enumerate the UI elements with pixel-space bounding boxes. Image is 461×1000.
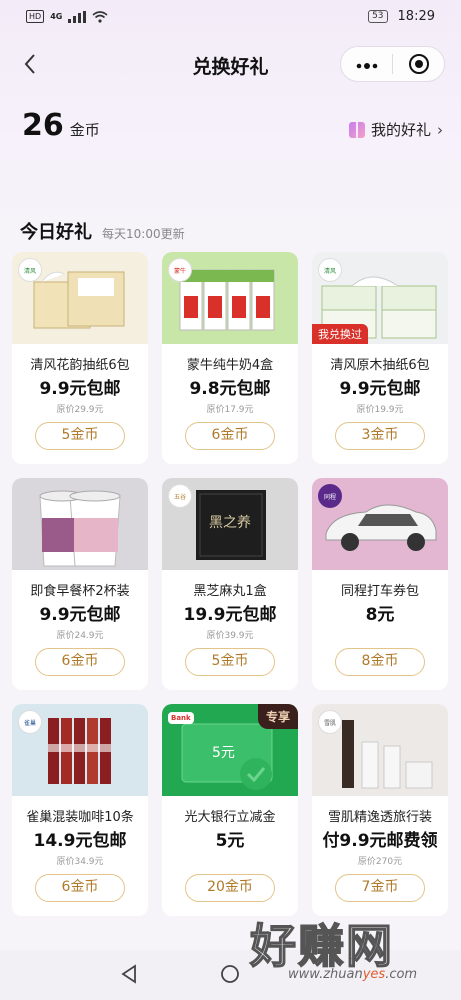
product-price: 5元 (215, 831, 245, 851)
redeem-button[interactable]: 5金币 (35, 422, 125, 450)
more-button[interactable] (341, 54, 392, 75)
gift-icon (348, 121, 365, 138)
original-price: 原价17.9元 (206, 405, 254, 415)
redeem-button[interactable]: 6金币 (35, 648, 125, 676)
redeem-button[interactable]: 20金币 (185, 874, 275, 902)
home-circle-icon[interactable] (220, 964, 240, 984)
redeem-button[interactable]: 3金币 (335, 422, 425, 450)
product-card[interactable]: 同程 同程打车券包 8元 8金币 (312, 478, 448, 690)
section-header: 今日好礼 每天10:00更新 (20, 218, 185, 244)
product-name: 光大银行立减金 (184, 810, 276, 825)
my-gifts-label: 我的好礼 (370, 121, 431, 139)
product-name: 蒙牛纯牛奶4盒 (186, 358, 274, 373)
product-price: 9.8元包邮 (189, 379, 271, 399)
more-dots-icon (356, 62, 377, 69)
product-name: 同程打车券包 (340, 584, 419, 599)
product-image-car: 同程 (312, 478, 448, 570)
product-image-milk: 蒙牛 (162, 252, 298, 344)
product-name: 即食早餐杯2杯装 (30, 584, 130, 599)
product-image-sesame-box: 黑之养 五谷 (162, 478, 298, 570)
product-name: 雪肌精逸透旅行装 (327, 810, 432, 825)
product-card[interactable]: 雀巢 雀巢混装咖啡10条 14.9元包邮 原价34.9元 6金币 (12, 704, 148, 916)
original-price: 原价39.9元 (206, 631, 254, 641)
brand-logo: 清风 (18, 258, 42, 282)
product-name: 雀巢混装咖啡10条 (26, 810, 134, 825)
product-name: 清风原木抽纸6包 (330, 358, 430, 373)
brand-logo: 五谷 (168, 484, 192, 508)
original-price: 原价270元 (357, 857, 403, 867)
redeem-button[interactable]: 5金币 (185, 648, 275, 676)
brand-logo: 清风 (318, 258, 342, 282)
product-price: 9.9元包邮 (39, 605, 121, 625)
watermark-url: www.zhuanyes.com (288, 967, 418, 982)
network-badge: HD (26, 10, 45, 23)
product-price: 9.9元包邮 (39, 379, 121, 399)
original-price: 原价29.9元 (56, 405, 104, 415)
original-price: 原价19.9元 (356, 405, 404, 415)
original-price: 原价34.9元 (56, 857, 104, 867)
site-watermark: 好赚网 www.zhuanyes.com (249, 910, 450, 990)
product-card[interactable]: 清风 清风花韵抽纸6包 9.9元包邮 原价29.9元 5金币 (12, 252, 148, 464)
product-image-tissue: 清风 (12, 252, 148, 344)
bank-logo: Bank (168, 712, 194, 724)
brand-logo: 蒙牛 (168, 258, 192, 282)
product-image-tissue-wood: 清风 我兑换过 (312, 252, 448, 344)
my-gifts-link[interactable]: 我的好礼 › (348, 119, 443, 140)
product-price: 14.9元包邮 (33, 831, 127, 851)
redeem-button[interactable]: 8金币 (335, 648, 425, 676)
product-image-skincare: 雪肌 (312, 704, 448, 796)
coin-unit: 金币 (69, 121, 100, 139)
brand-logo: 雀巢 (18, 710, 42, 734)
battery-icon: 53 (368, 10, 388, 23)
signal-icon (68, 10, 87, 23)
redeem-button[interactable]: 6金币 (35, 874, 125, 902)
redeem-button[interactable]: 6金币 (185, 422, 275, 450)
chevron-right-icon: › (437, 120, 443, 139)
product-price: 19.9元包邮 (183, 605, 277, 625)
product-card[interactable]: 清风 我兑换过 清风原木抽纸6包 9.9元包邮 原价19.9元 3金币 (312, 252, 448, 464)
back-triangle-icon[interactable] (120, 964, 140, 984)
coin-balance: 26 金币 (22, 108, 100, 143)
product-card[interactable]: 黑之养 五谷 黑芝麻丸1盒 19.9元包邮 原价39.9元 5金币 (162, 478, 298, 690)
product-name: 清风花韵抽纸6包 (30, 358, 130, 373)
original-price: 原价24.9元 (56, 631, 104, 641)
product-image-coffee: 雀巢 (12, 704, 148, 796)
close-mini-program-button[interactable] (393, 54, 444, 74)
product-image-breakfast-cup (12, 478, 148, 570)
coin-count: 26 (22, 108, 64, 143)
exclusive-tag: 专享 (257, 704, 298, 729)
box-text: 黑之养 (209, 515, 251, 531)
product-card[interactable]: 5元 Bank 专享 光大银行立减金 5元 20金币 (162, 704, 298, 916)
voucher-amount: 5元 (212, 745, 235, 761)
clock: 18:29 (397, 9, 435, 24)
mini-program-capsule (340, 46, 445, 82)
target-icon (408, 54, 429, 74)
product-price: 9.9元包邮 (339, 379, 421, 399)
navigation-bar: 兑换好礼 (0, 42, 461, 86)
section-subtitle: 每天10:00更新 (102, 227, 185, 241)
product-card[interactable]: 雪肌 雪肌精逸透旅行装 付9.9元邮费领 原价270元 7金币 (312, 704, 448, 916)
product-name: 黑芝麻丸1盒 (193, 584, 267, 599)
product-card[interactable]: 即食早餐杯2杯装 9.9元包邮 原价24.9元 6金币 (12, 478, 148, 690)
product-image-bank-voucher: 5元 Bank 专享 (162, 704, 298, 796)
redeemed-tag: 我兑换过 (312, 324, 368, 344)
product-price: 8元 (365, 605, 395, 625)
section-title: 今日好礼 (20, 222, 92, 243)
status-bar: HD 4G 53 18:29 (0, 0, 461, 36)
brand-logo: 雪肌 (318, 710, 342, 734)
redeem-button[interactable]: 7金币 (335, 874, 425, 902)
product-price: 付9.9元邮费领 (322, 831, 438, 851)
brand-logo: 同程 (318, 484, 342, 508)
signal-label: 4G (50, 12, 63, 21)
product-card[interactable]: 蒙牛 蒙牛纯牛奶4盒 9.8元包邮 原价17.9元 6金币 (162, 252, 298, 464)
wifi-icon (92, 10, 108, 23)
